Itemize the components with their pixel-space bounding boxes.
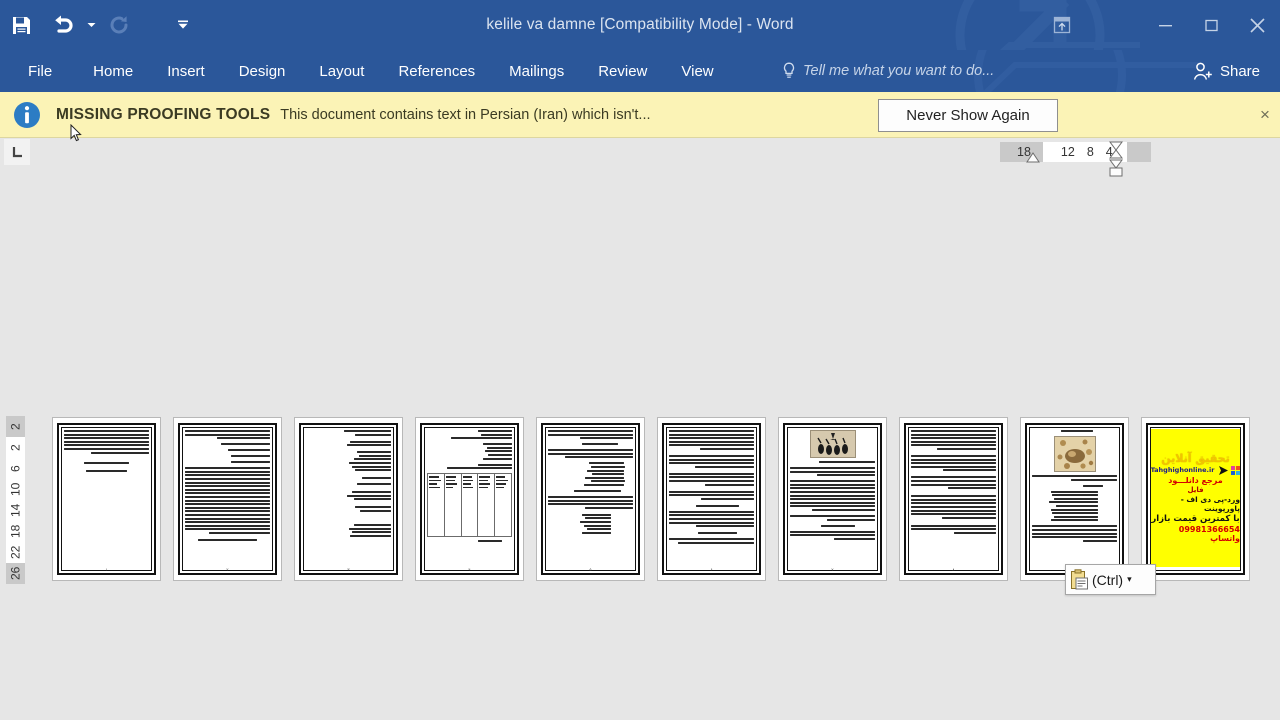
page-thumbnail-10[interactable]: تحقیق آنلاین Tahghighonline.ir مرجع دانل… — [1142, 418, 1249, 580]
vruler-tick-3: 10 — [6, 479, 25, 500]
persian-painting-image — [1053, 436, 1096, 472]
ribbon-display-icon — [1053, 16, 1071, 34]
vruler-tick-4: 14 — [6, 500, 25, 521]
page-content — [669, 430, 754, 566]
word-window: kelile va damne [Compatibility Mode] - W… — [0, 0, 1280, 720]
share-button[interactable]: Share — [1182, 50, 1270, 92]
tab-layout[interactable]: Layout — [302, 50, 381, 92]
page-number: ۳ — [347, 567, 350, 572]
bird-illustration-image — [809, 430, 856, 458]
ad-line5: 09981366654 واتساپ — [1178, 525, 1240, 544]
page-thumbnail-7[interactable]: ۷ — [779, 418, 886, 580]
page-content — [911, 430, 996, 566]
tab-mailings[interactable]: Mailings — [492, 50, 581, 92]
page-thumbnail-3[interactable]: ۳ — [295, 418, 402, 580]
page-content — [427, 430, 512, 566]
share-label: Share — [1219, 62, 1260, 80]
page-thumbnail-2[interactable]: ۲ — [174, 418, 281, 580]
ribbon-tab-bar: File Home Insert Design Layout Reference… — [0, 50, 1280, 92]
ad-line4: با کمترین قیمت بازار — [1151, 514, 1240, 525]
left-tab-stop-icon — [12, 146, 22, 157]
ad-brand: تحقیق آنلاین — [1161, 451, 1230, 465]
page-content — [306, 430, 391, 566]
page-thumbnail-8[interactable]: ۸ — [900, 418, 1007, 580]
page-thumbnail-4[interactable]: ۴ — [416, 418, 523, 580]
page-content — [1032, 430, 1117, 566]
page-number: ۱ — [105, 567, 108, 572]
ad-line1: مرجع دانلـــود — [1168, 475, 1223, 485]
tab-insert[interactable]: Insert — [150, 50, 222, 92]
lightbulb-icon — [783, 62, 795, 78]
ad-site: Tahghighonline.ir — [1150, 466, 1215, 475]
window-controls — [1142, 0, 1280, 50]
infobar-close-button[interactable]: × — [1250, 92, 1280, 137]
restore-icon — [1204, 19, 1218, 31]
page-thumbnail-1[interactable]: ۱ — [53, 418, 160, 580]
proofing-tools-infobar: MISSING PROOFING TOOLS This document con… — [0, 92, 1280, 138]
tab-design[interactable]: Design — [222, 50, 303, 92]
tab-home[interactable]: Home — [76, 50, 150, 92]
close-icon — [1249, 17, 1265, 33]
vruler-tick-2: 6 — [6, 458, 25, 479]
page-content — [790, 430, 875, 566]
page-number: ۴ — [468, 567, 471, 572]
arrow-icon — [1219, 465, 1229, 475]
paste-options-button[interactable]: (Ctrl) ▾ — [1065, 564, 1156, 595]
page-content — [64, 430, 149, 566]
page-number: ۶ — [710, 567, 713, 572]
tell-me-search[interactable]: Tell me what you want to do... — [782, 50, 994, 92]
vruler-tick-7: 26 — [6, 563, 25, 584]
document-title: kelile va damne [Compatibility Mode] - W… — [486, 16, 794, 33]
ribbon-tabs: File Home Insert Design Layout Reference… — [0, 50, 731, 92]
tab-stop-selector[interactable] — [4, 139, 30, 165]
title-bar: kelile va damne [Compatibility Mode] - W… — [0, 0, 1280, 50]
mouse-cursor — [70, 124, 82, 142]
page-content — [548, 430, 633, 566]
ruler-indent-markers[interactable] — [1022, 138, 1134, 180]
tab-file[interactable]: File — [0, 50, 76, 92]
ad-line2: فایل — [1187, 486, 1204, 495]
paste-options-label: (Ctrl) — [1092, 571, 1124, 588]
page-number: ۷ — [831, 567, 834, 572]
page-thumbnail-9[interactable]: ۹ — [1021, 418, 1128, 580]
ad-line3: ورد-پی دی اف - پاورپوینت — [1180, 495, 1240, 514]
page-number: ۸ — [952, 567, 955, 572]
vruler-tick-1: 2 — [6, 437, 25, 458]
tell-me-placeholder-text: Tell me what you want to do... — [803, 63, 995, 79]
tab-references[interactable]: References — [381, 50, 492, 92]
page-number: ۲ — [226, 567, 229, 572]
ribbon-display-options-button[interactable] — [1049, 12, 1075, 38]
never-show-again-button[interactable]: Never Show Again — [878, 99, 1058, 132]
vruler-tick-5: 18 — [6, 521, 25, 542]
restore-button[interactable] — [1188, 0, 1234, 50]
close-button[interactable] — [1234, 0, 1280, 50]
miniature-painting-icon — [1054, 437, 1095, 471]
tab-review[interactable]: Review — [581, 50, 664, 92]
advertisement-block: تحقیق آنلاین Tahghighonline.ir مرجع دانل… — [1150, 429, 1241, 567]
infobar-message: This document contains text in Persian (… — [280, 106, 651, 123]
page-number: ۵ — [589, 567, 592, 572]
minimize-button[interactable] — [1142, 0, 1188, 50]
page-thumbnail-5[interactable]: ۵ — [537, 418, 644, 580]
page-table — [427, 473, 512, 538]
minimize-icon — [1158, 24, 1172, 26]
clipboard-icon — [1071, 569, 1088, 590]
vruler-tick-6: 22 — [6, 542, 25, 563]
info-icon — [14, 101, 40, 128]
tab-view[interactable]: View — [664, 50, 730, 92]
infobar-title: MISSING PROOFING TOOLS — [56, 105, 271, 123]
share-person-icon — [1193, 62, 1212, 80]
page-thumbnail-6[interactable]: ۶ — [658, 418, 765, 580]
social-icons — [1231, 465, 1241, 475]
birds-drawing-icon — [810, 431, 855, 457]
vertical-ruler[interactable]: 2 2 6 10 14 18 22 26 — [6, 416, 25, 584]
chevron-down-icon: ▾ — [1127, 574, 1132, 584]
vruler-tick-0: 2 — [6, 416, 25, 437]
document-page-thumbnails: ۱ ۲ ۳ ۴ ۵ ۶ ۷ ۸ تحقیق آنلاین Tahghighonl… — [53, 418, 1263, 580]
page-content — [185, 430, 270, 566]
